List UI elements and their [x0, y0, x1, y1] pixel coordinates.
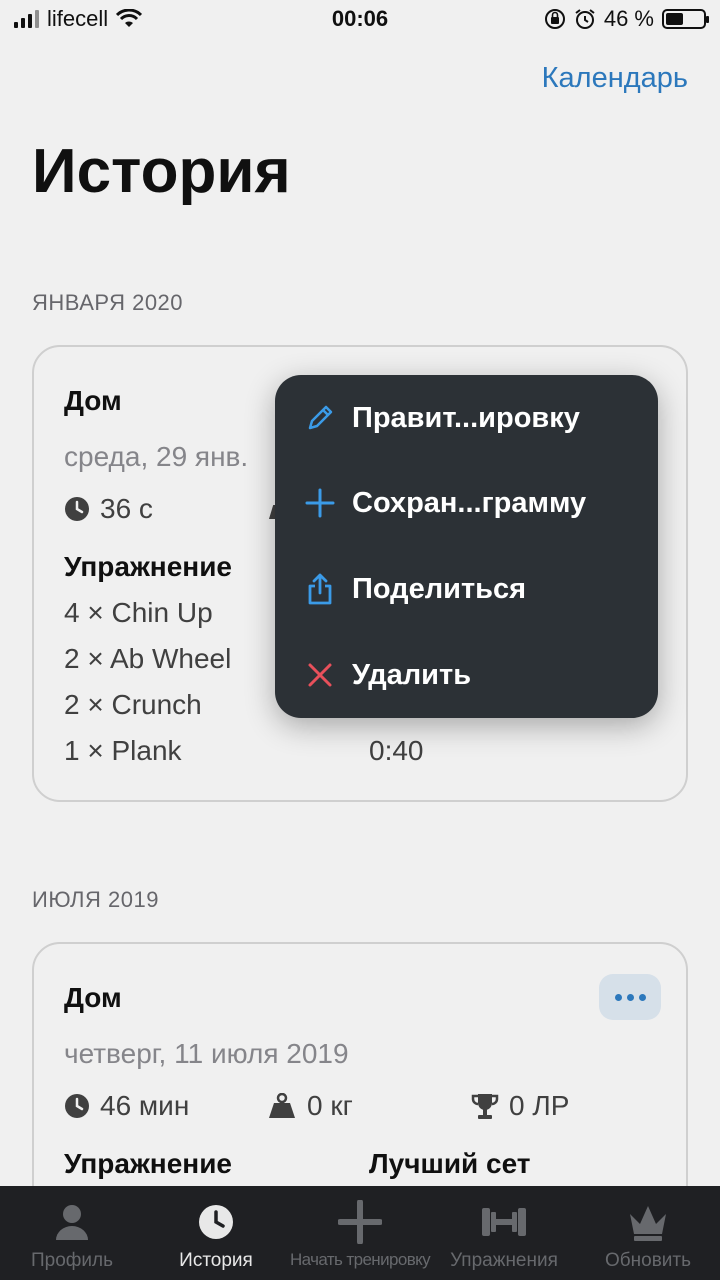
menu-item-edit-workout[interactable]: Правит...ировку — [275, 388, 658, 448]
menu-item-save-program[interactable]: Сохран...грамму — [275, 473, 658, 533]
tab-label: Профиль — [30, 1250, 114, 1271]
clock-icon — [197, 1200, 235, 1244]
tab-profile[interactable]: Профиль — [0, 1186, 144, 1280]
crown-icon — [626, 1200, 670, 1244]
menu-item-share[interactable]: Поделиться — [275, 559, 658, 619]
plus-icon — [338, 1200, 382, 1244]
person-icon — [52, 1200, 92, 1244]
menu-label: Поделиться — [352, 572, 527, 605]
tab-label: Обновить — [604, 1250, 692, 1271]
tab-label: Упражнения — [450, 1250, 558, 1271]
context-menu: Правит...ировку Сохран...грамму Поделить… — [275, 375, 658, 718]
tab-upgrade[interactable]: Обновить — [576, 1186, 720, 1280]
share-icon — [303, 572, 337, 606]
dumbbell-icon — [479, 1200, 529, 1244]
tab-exercises[interactable]: Упражнения — [432, 1186, 576, 1280]
tab-bar: Профиль История Начать тренировку Упражн… — [0, 1186, 720, 1280]
tab-label: Начать тренировку — [289, 1250, 431, 1269]
menu-label: Сохран...грамму — [352, 486, 587, 519]
tab-label: История — [179, 1250, 253, 1271]
menu-item-delete[interactable]: Удалить — [275, 645, 658, 705]
pencil-icon — [303, 401, 337, 435]
menu-label: Правит...ировку — [352, 401, 580, 434]
tab-start-workout[interactable]: Начать тренировку — [288, 1186, 432, 1280]
menu-label: Удалить — [352, 658, 472, 691]
close-icon — [303, 658, 337, 692]
plus-icon — [303, 486, 337, 520]
tab-history[interactable]: История — [144, 1186, 288, 1280]
